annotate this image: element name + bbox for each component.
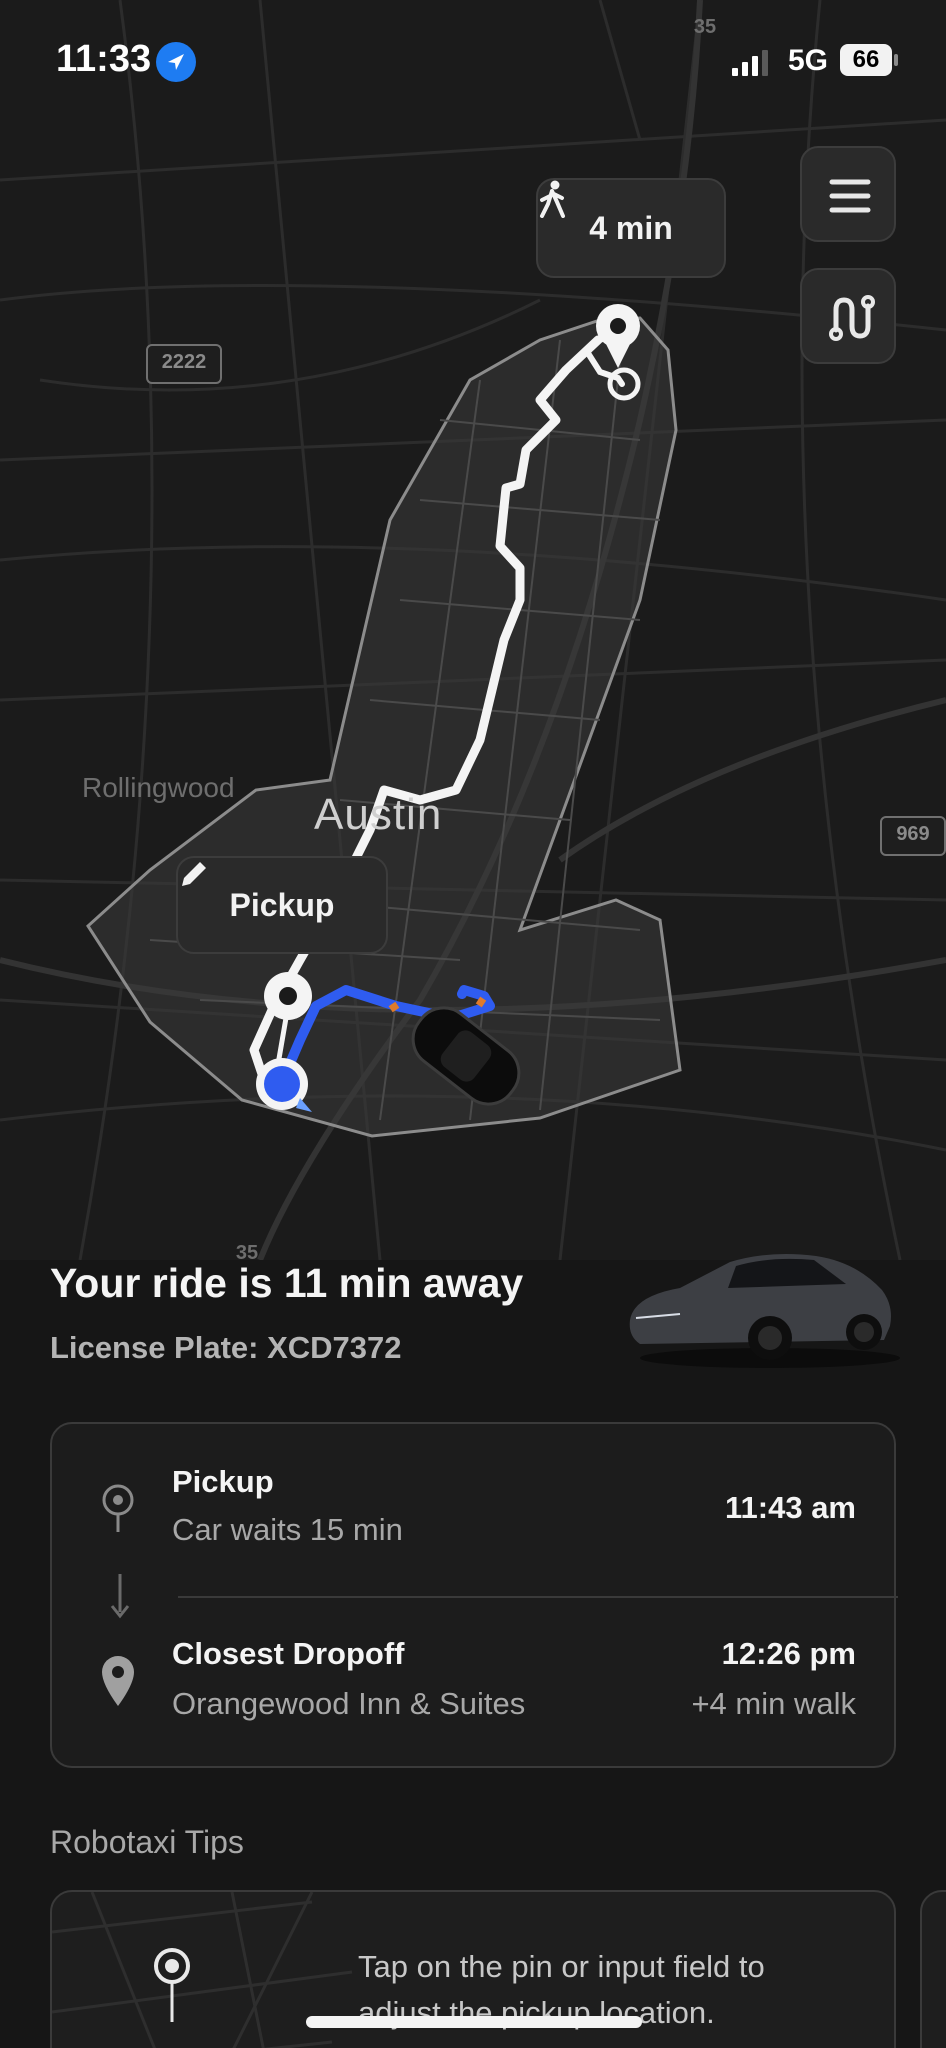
pickup-title: Pickup [172,1464,274,1499]
license-plate: License Plate: XCD7372 [50,1330,402,1365]
ride-eta-title: Your ride is 11 min away [50,1260,524,1306]
map-view[interactable]: Austin Rollingwood 2222 969 35 35 4 min … [0,0,946,1260]
menu-button[interactable] [800,146,896,242]
dropoff-time: 12:26 pm [721,1636,856,1671]
walk-time-label: 4 min [589,209,673,246]
pencil-icon [182,862,206,886]
location-arrow-icon [156,42,196,82]
city-label: Austin [314,790,443,839]
home-indicator[interactable] [306,2016,642,2028]
edit-pickup-button[interactable]: Pickup [176,856,388,954]
route-overview-button[interactable] [800,268,896,364]
next-tip-card[interactable] [920,1890,946,2048]
interstate-shield-bottom: 35 [235,1242,259,1260]
status-bar: 11:33 5G 66 [0,0,946,120]
battery-tip [894,54,898,66]
pickup-time: 11:43 am [725,1490,856,1525]
dropoff-walk-time: +4 min walk [691,1686,856,1721]
walk-time-badge: 4 min [536,178,726,278]
pickup-tag-label: Pickup [229,886,335,923]
connector-arrow-icon [110,1574,130,1619]
network-type: 5G [788,44,829,77]
highway-shield-969: 969 [880,816,946,856]
cellular-signal-icon [732,50,768,76]
area-label: Rollingwood [82,772,235,803]
trip-details-card[interactable]: Pickup Car waits 15 min 11:43 am Closest… [50,1422,898,1768]
dropoff-title: Closest Dropoff [172,1636,405,1671]
pickup-subtitle: Car waits 15 min [172,1512,403,1547]
dropoff-subtitle: Orangewood Inn & Suites [172,1686,526,1721]
status-time: 11:33 [56,38,152,80]
battery-icon: 66 [840,44,892,76]
hamburger-menu-icon [829,179,871,213]
pickup-pin-icon [102,1484,134,1532]
route-icon [829,295,875,341]
dropoff-pin-icon [102,1656,134,1706]
walking-person-icon [540,180,565,218]
highway-shield-2222: 2222 [146,344,222,384]
tips-section-title: Robotaxi Tips [50,1824,244,1860]
vehicle-image [629,1254,900,1368]
service-area [86,316,682,1138]
card-divider [178,1596,898,1598]
